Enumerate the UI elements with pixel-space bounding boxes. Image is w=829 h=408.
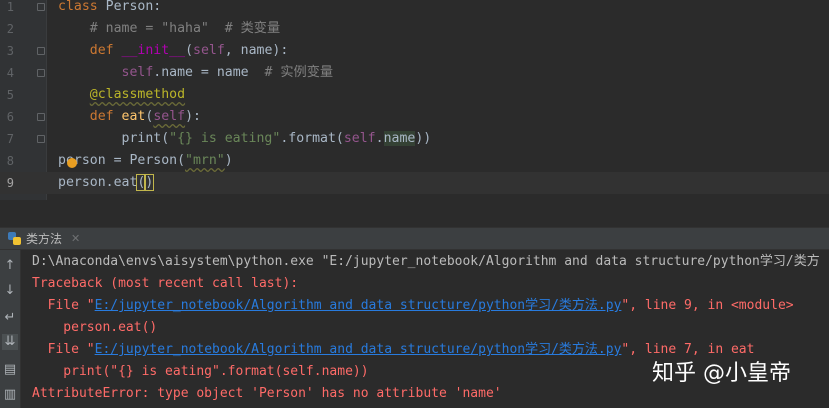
down-arrow-icon[interactable]: ↓	[2, 283, 18, 299]
code-text: # name = "haha" # 类变量	[58, 21, 281, 36]
code-line-current[interactable]: 9 person.eat()	[0, 172, 829, 194]
up-arrow-icon[interactable]: ↑	[2, 258, 18, 274]
trash-icon[interactable]: ▥	[2, 387, 18, 403]
code-text: def __init__(self, name):	[89, 43, 289, 58]
line-number: 2	[6, 22, 14, 36]
code-line[interactable]: 4 self.name = name # 实例变量	[0, 62, 829, 84]
fold-marker-icon[interactable]	[37, 135, 45, 143]
console-command: D:\Anaconda\envs\aisystem\python.exe "E:…	[32, 254, 820, 269]
run-tab[interactable]: 类方法 ✕	[8, 228, 80, 249]
traceback-frame: File "E:/jupyter_notebook/Algorithm and …	[32, 342, 755, 357]
scroll-to-end-icon[interactable]: ⇊	[2, 334, 18, 350]
run-toolbar: ↑ ↓ ↵ ⇊ ▤ ▥	[0, 250, 21, 408]
code-line[interactable]: 6 def eat(self):	[0, 106, 829, 128]
code-line[interactable]: 5 @classmethod	[0, 84, 829, 106]
traceback-header: Traceback (most recent call last):	[32, 276, 299, 291]
fold-marker-icon[interactable]	[37, 113, 45, 121]
fold-marker-icon[interactable]	[37, 3, 45, 11]
code-line[interactable]: 3 def __init__(self, name):	[0, 40, 829, 62]
code-line[interactable]: 8 person = Person("mrn")	[0, 150, 829, 172]
python-file-icon	[8, 232, 21, 245]
traceback-code: print("{} is eating".format(self.name))	[32, 364, 369, 379]
run-panel-header: 类方法 ✕	[0, 228, 829, 250]
line-number: 9	[6, 176, 14, 190]
code-line[interactable]: 2 # name = "haha" # 类变量	[0, 18, 829, 40]
code-line[interactable]: 1 class Person:	[0, 0, 829, 18]
editor-bottom-space	[0, 200, 829, 228]
code-text: @classmethod	[89, 87, 186, 102]
code-text: self.name = name # 实例变量	[121, 65, 334, 80]
fold-marker-icon[interactable]	[37, 69, 45, 77]
file-link[interactable]: E:/jupyter_notebook/Algorithm and data s…	[95, 298, 622, 313]
code-text: def eat(self):	[89, 109, 201, 124]
file-link[interactable]: E:/jupyter_notebook/Algorithm and data s…	[95, 342, 622, 357]
close-icon[interactable]: ✕	[71, 232, 80, 245]
print-icon[interactable]: ▤	[2, 362, 18, 378]
line-number: 1	[6, 0, 14, 14]
code-text: person.eat()	[58, 174, 155, 191]
line-number: 6	[6, 110, 14, 124]
watermark: 知乎 @小皇帝	[652, 361, 791, 386]
fold-marker-icon[interactable]	[37, 47, 45, 55]
soft-wrap-icon[interactable]: ↵	[2, 310, 18, 326]
traceback-code: person.eat()	[32, 320, 158, 335]
line-number: 8	[6, 154, 14, 168]
code-text: class Person:	[58, 0, 162, 14]
code-text: person = Person("mrn")	[58, 153, 233, 168]
code-line[interactable]: 7 print("{} is eating".format(self.name)…	[0, 128, 829, 150]
code-text: print("{} is eating".format(self.name))	[58, 131, 432, 146]
error-message: AttributeError: type object 'Person' has…	[32, 386, 502, 401]
lightbulb-icon[interactable]	[67, 158, 77, 168]
code-editor[interactable]: 1 class Person: 2 # name = "haha" # 类变量 …	[0, 0, 829, 200]
line-number: 7	[6, 132, 14, 146]
traceback-frame: File "E:/jupyter_notebook/Algorithm and …	[32, 298, 794, 313]
line-number: 4	[6, 66, 14, 80]
line-number: 3	[6, 44, 14, 58]
run-tab-label: 类方法	[26, 232, 63, 246]
line-number: 5	[6, 88, 14, 102]
